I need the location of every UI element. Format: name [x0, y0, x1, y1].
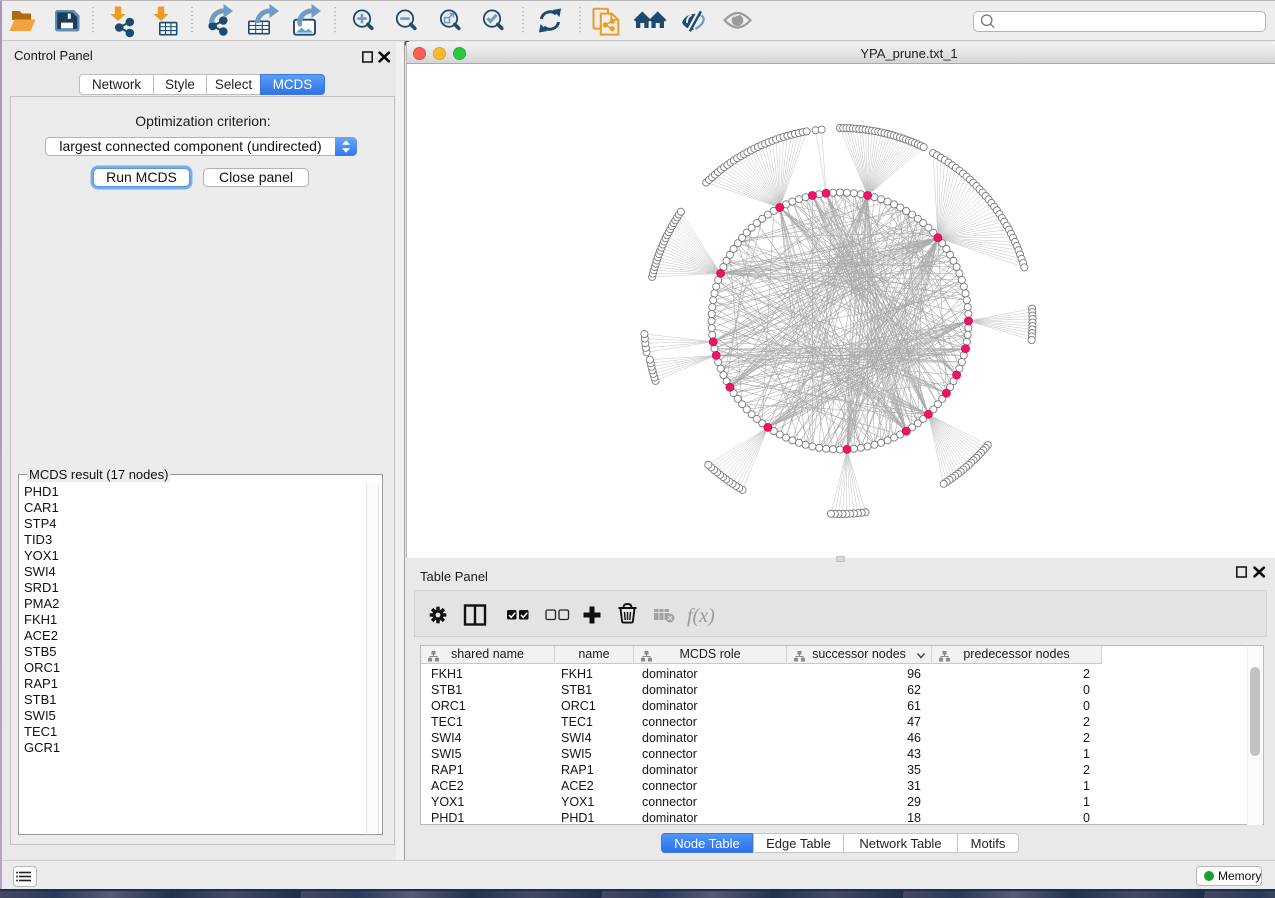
svg-text:f(x): f(x)	[687, 605, 715, 627]
